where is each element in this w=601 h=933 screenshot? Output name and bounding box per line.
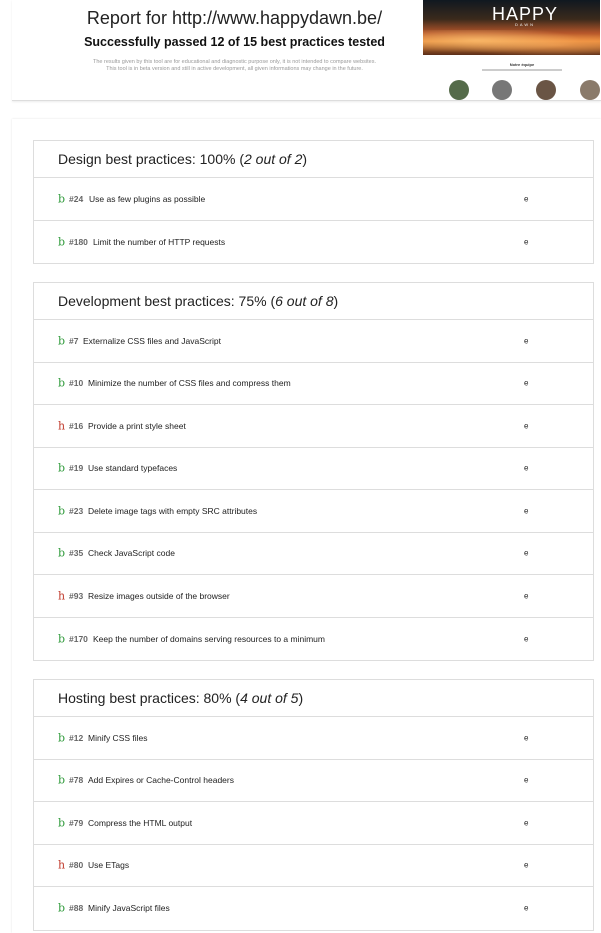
practice-id: #35 xyxy=(69,548,84,559)
practice-id: #78 xyxy=(69,775,84,786)
practice-id: #80 xyxy=(69,860,84,871)
fail-icon: h xyxy=(58,419,66,433)
practice-label: Resize images outside of the browser xyxy=(88,590,230,601)
thumbnail-avatar xyxy=(580,80,600,100)
fail-icon: h xyxy=(58,858,66,872)
practice-id: #170 xyxy=(69,633,88,644)
report-title: Report for http://www.happydawn.be/ xyxy=(86,8,383,28)
disclaimer-line-2: This tool is in beta version and still i… xyxy=(106,66,363,72)
practice-label: Minify JavaScript files xyxy=(88,903,170,914)
site-thumbnail: HAPPY DAWN Notre équipe xyxy=(422,0,601,100)
thumbnail-avatar xyxy=(449,80,469,100)
report-summary: Successfully passed 12 of 15 best practi… xyxy=(84,35,385,49)
pass-icon: b xyxy=(58,461,66,475)
practice-id: #93 xyxy=(69,590,84,601)
disclaimer-line-1: The results given by this tool are for e… xyxy=(92,59,376,65)
pass-icon: b xyxy=(58,334,66,348)
expand-icon[interactable]: e xyxy=(524,776,528,785)
thumbnail-avatar xyxy=(492,80,512,100)
practice-row[interactable]: b #23 Delete image tags with empty SRC a… xyxy=(34,490,593,533)
pass-icon: b xyxy=(58,546,66,560)
practice-row[interactable]: h #80 Use ETags e xyxy=(34,845,593,887)
practice-row[interactable]: b #78 Add Expires or Cache-Control heade… xyxy=(34,760,593,802)
results-panel: Design best practices: 100% (2 out of 2)… xyxy=(12,119,601,933)
practice-row[interactable]: b #24 Use as few plugins as possible e xyxy=(34,178,593,221)
pass-icon: b xyxy=(58,816,66,830)
practice-row[interactable]: b #12 Minify CSS files e xyxy=(34,717,593,760)
expand-icon[interactable]: e xyxy=(524,818,528,827)
practice-label: Externalize CSS files and JavaScript xyxy=(83,335,221,346)
section-design: Design best practices: 100% (2 out of 2)… xyxy=(33,140,594,264)
report-disclaimer: The results given by this tool are for e… xyxy=(32,59,437,73)
practice-id: #88 xyxy=(69,903,84,914)
practice-label: Minify CSS files xyxy=(88,732,148,743)
practice-id: #79 xyxy=(69,817,84,828)
expand-icon[interactable]: e xyxy=(524,733,528,742)
section-heading: Hosting best practices: 80% (4 out of 5) xyxy=(34,680,593,717)
practice-id: #23 xyxy=(69,505,84,516)
practice-id: #24 xyxy=(69,193,84,204)
section-hosting: Hosting best practices: 80% (4 out of 5)… xyxy=(33,679,594,931)
pass-icon: b xyxy=(58,632,66,646)
pass-icon: b xyxy=(58,773,66,787)
expand-icon[interactable]: e xyxy=(524,904,528,913)
practice-row[interactable]: b #170 Keep the number of domains servin… xyxy=(34,618,593,661)
pass-icon: b xyxy=(58,235,66,249)
section-development: Development best practices: 75% (6 out o… xyxy=(33,282,594,661)
practice-row[interactable]: b #19 Use standard typefaces e xyxy=(34,448,593,490)
practice-label: Provide a print style sheet xyxy=(88,420,186,431)
expand-icon[interactable]: e xyxy=(524,421,528,430)
pass-icon: b xyxy=(58,192,66,206)
fail-icon: h xyxy=(58,589,66,603)
practice-id: #19 xyxy=(69,463,84,474)
pass-icon: b xyxy=(58,504,66,518)
practice-id: #12 xyxy=(69,732,84,743)
practice-id: #180 xyxy=(69,236,88,247)
practice-label: Check JavaScript code xyxy=(88,548,175,559)
practice-row[interactable]: b #88 Minify JavaScript files e xyxy=(34,887,593,930)
pass-icon: b xyxy=(58,376,66,390)
practice-row[interactable]: h #16 Provide a print style sheet e xyxy=(34,405,593,448)
practice-row[interactable]: b #79 Compress the HTML output e xyxy=(34,802,593,845)
section-heading: Design best practices: 100% (2 out of 2) xyxy=(34,141,593,178)
expand-icon[interactable]: e xyxy=(524,336,528,345)
expand-icon[interactable]: e xyxy=(524,591,528,600)
expand-icon[interactable]: e xyxy=(524,464,528,473)
pass-icon: b xyxy=(58,731,66,745)
expand-icon[interactable]: e xyxy=(524,549,528,558)
expand-icon[interactable]: e xyxy=(524,379,528,388)
expand-icon[interactable]: e xyxy=(524,634,528,643)
practice-label: Use as few plugins as possible xyxy=(89,193,206,204)
practice-label: Limit the number of HTTP requests xyxy=(93,236,226,247)
practice-label: Use ETags xyxy=(88,860,130,871)
practice-label: Keep the number of domains serving resou… xyxy=(93,633,325,644)
practice-label: Compress the HTML output xyxy=(88,817,193,828)
practice-row[interactable]: b #10 Minimize the number of CSS files a… xyxy=(34,363,593,405)
pass-icon: b xyxy=(58,901,66,915)
expand-icon[interactable]: e xyxy=(524,237,528,246)
expand-icon[interactable]: e xyxy=(524,194,528,203)
practice-row[interactable]: b #180 Limit the number of HTTP requests… xyxy=(34,221,593,264)
practice-label: Delete image tags with empty SRC attribu… xyxy=(88,505,258,516)
practice-label: Add Expires or Cache-Control headers xyxy=(88,775,234,786)
practice-row[interactable]: b #35 Check JavaScript code e xyxy=(34,533,593,575)
thumbnail-caption: Notre équipe xyxy=(509,62,535,67)
expand-icon[interactable]: e xyxy=(524,861,528,870)
practice-id: #7 xyxy=(69,335,79,346)
thumbnail-avatar xyxy=(536,80,556,100)
section-heading: Development best practices: 75% (6 out o… xyxy=(34,283,593,320)
practice-row[interactable]: h #93 Resize images outside of the brows… xyxy=(34,575,593,618)
thumbnail-logo-sub: DAWN xyxy=(514,22,536,27)
practice-row[interactable]: b #7 Externalize CSS files and JavaScrip… xyxy=(34,320,593,363)
practice-id: #10 xyxy=(69,378,84,389)
report-header: Report for http://www.happydawn.be/ Succ… xyxy=(12,0,601,101)
practice-label: Minimize the number of CSS files and com… xyxy=(88,378,291,389)
practice-label: Use standard typefaces xyxy=(88,463,178,474)
practice-id: #16 xyxy=(69,420,84,431)
expand-icon[interactable]: e xyxy=(524,506,528,515)
